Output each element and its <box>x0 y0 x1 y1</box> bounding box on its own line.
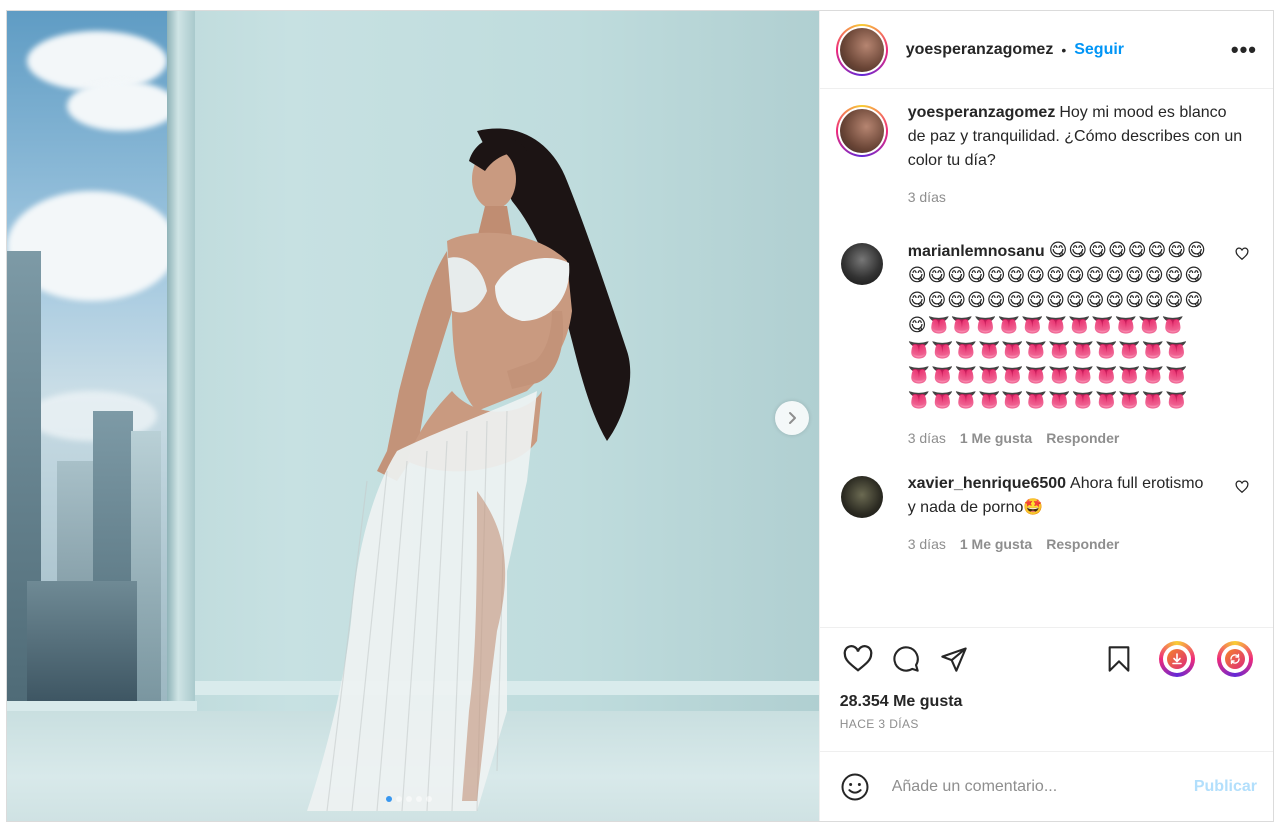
action-bar <box>819 627 1273 689</box>
carousel-dot[interactable] <box>416 796 422 802</box>
follow-button[interactable]: Seguir <box>1074 41 1124 59</box>
caption-username[interactable]: yoesperanzagomez <box>908 104 1056 121</box>
comment-composer: Publicar <box>819 751 1273 821</box>
carousel-dot[interactable] <box>386 796 392 802</box>
post-side-panel: yoesperanzagomez • Seguir ••• yoesperanz… <box>818 11 1273 821</box>
comment-username[interactable]: marianlemnosanu <box>908 243 1045 260</box>
comments-list[interactable]: yoesperanzagomez Hoy mi mood es blanco de… <box>820 89 1273 627</box>
carousel-dot[interactable] <box>426 796 432 802</box>
commenter-avatar[interactable] <box>840 243 883 285</box>
comment-time[interactable]: 3 días <box>908 532 946 556</box>
post-timestamp[interactable]: HACE 3 DÍAS <box>820 717 1273 731</box>
likes-count[interactable]: 28.354 Me gusta <box>820 693 1273 711</box>
repost-button[interactable] <box>1211 635 1259 683</box>
heart-icon <box>843 644 873 672</box>
woman-figure <box>307 128 631 812</box>
send-icon <box>941 646 967 672</box>
carousel-indicator <box>386 796 432 802</box>
reply-button[interactable]: Responder <box>1046 426 1119 450</box>
download-icon <box>1159 640 1195 677</box>
carousel-next-button[interactable] <box>775 401 809 435</box>
comment-button[interactable] <box>882 635 930 683</box>
post-modal: yoesperanzagomez • Seguir ••• yoesperanz… <box>6 10 1274 822</box>
carousel-dot[interactable] <box>396 796 402 802</box>
comment-input[interactable] <box>891 777 1194 796</box>
post-header: yoesperanzagomez • Seguir ••• <box>819 11 1273 89</box>
author-avatar[interactable] <box>835 23 888 76</box>
comment-meta: 3 días 1 Me gusta Responder <box>908 532 1208 556</box>
comment-likes[interactable]: 1 Me gusta <box>960 426 1032 450</box>
publish-button[interactable]: Publicar <box>1194 778 1257 796</box>
repost-icon <box>1217 640 1253 677</box>
comment-item: xavier_henrique6500 Ahora full erotismo y… <box>836 472 1257 556</box>
comment-meta: 3 días 1 Me gusta Responder <box>908 426 1208 450</box>
comment-like-heart-icon[interactable] <box>1235 247 1249 261</box>
separator-dot: • <box>1061 41 1067 58</box>
caption: yoesperanzagomez Hoy mi mood es blanco de… <box>835 104 1257 209</box>
reply-button[interactable]: Responder <box>1046 532 1119 556</box>
commenter-avatar[interactable] <box>840 476 883 518</box>
post-media <box>7 11 819 821</box>
comment-like-heart-icon[interactable] <box>1235 480 1249 494</box>
chevron-right-icon <box>789 412 796 424</box>
like-button[interactable] <box>834 635 882 683</box>
caption-time[interactable]: 3 días <box>908 185 946 209</box>
carousel-dot[interactable] <box>406 796 412 802</box>
comment-username[interactable]: xavier_henrique6500 <box>908 475 1066 492</box>
comment-text: 😋😋😋😋😋😋😋😋😋😋😋😋😋😋😋😋😋😋😋😋😋😋😋😋😋😋😋😋😋😋😋😋😋😋😋😋😋😋😋👅… <box>907 240 1207 411</box>
comment-time[interactable]: 3 días <box>908 426 946 450</box>
download-button[interactable] <box>1153 635 1201 683</box>
comment-icon <box>893 645 919 672</box>
author-avatar[interactable] <box>835 105 888 157</box>
caption-meta: 3 días <box>908 185 1248 209</box>
more-options-icon[interactable]: ••• <box>1231 37 1257 63</box>
comment-item: marianlemnosanu 😋😋😋😋😋😋😋😋😋😋😋😋😋😋😋😋😋😋😋😋😋😋😋😋😋… <box>836 239 1257 450</box>
save-button[interactable] <box>1095 635 1143 683</box>
bookmark-icon <box>1108 645 1130 672</box>
comment-likes[interactable]: 1 Me gusta <box>960 532 1032 556</box>
author-username[interactable]: yoesperanzagomez <box>906 41 1054 59</box>
emoji-icon[interactable] <box>840 772 870 802</box>
share-button[interactable] <box>930 635 978 683</box>
